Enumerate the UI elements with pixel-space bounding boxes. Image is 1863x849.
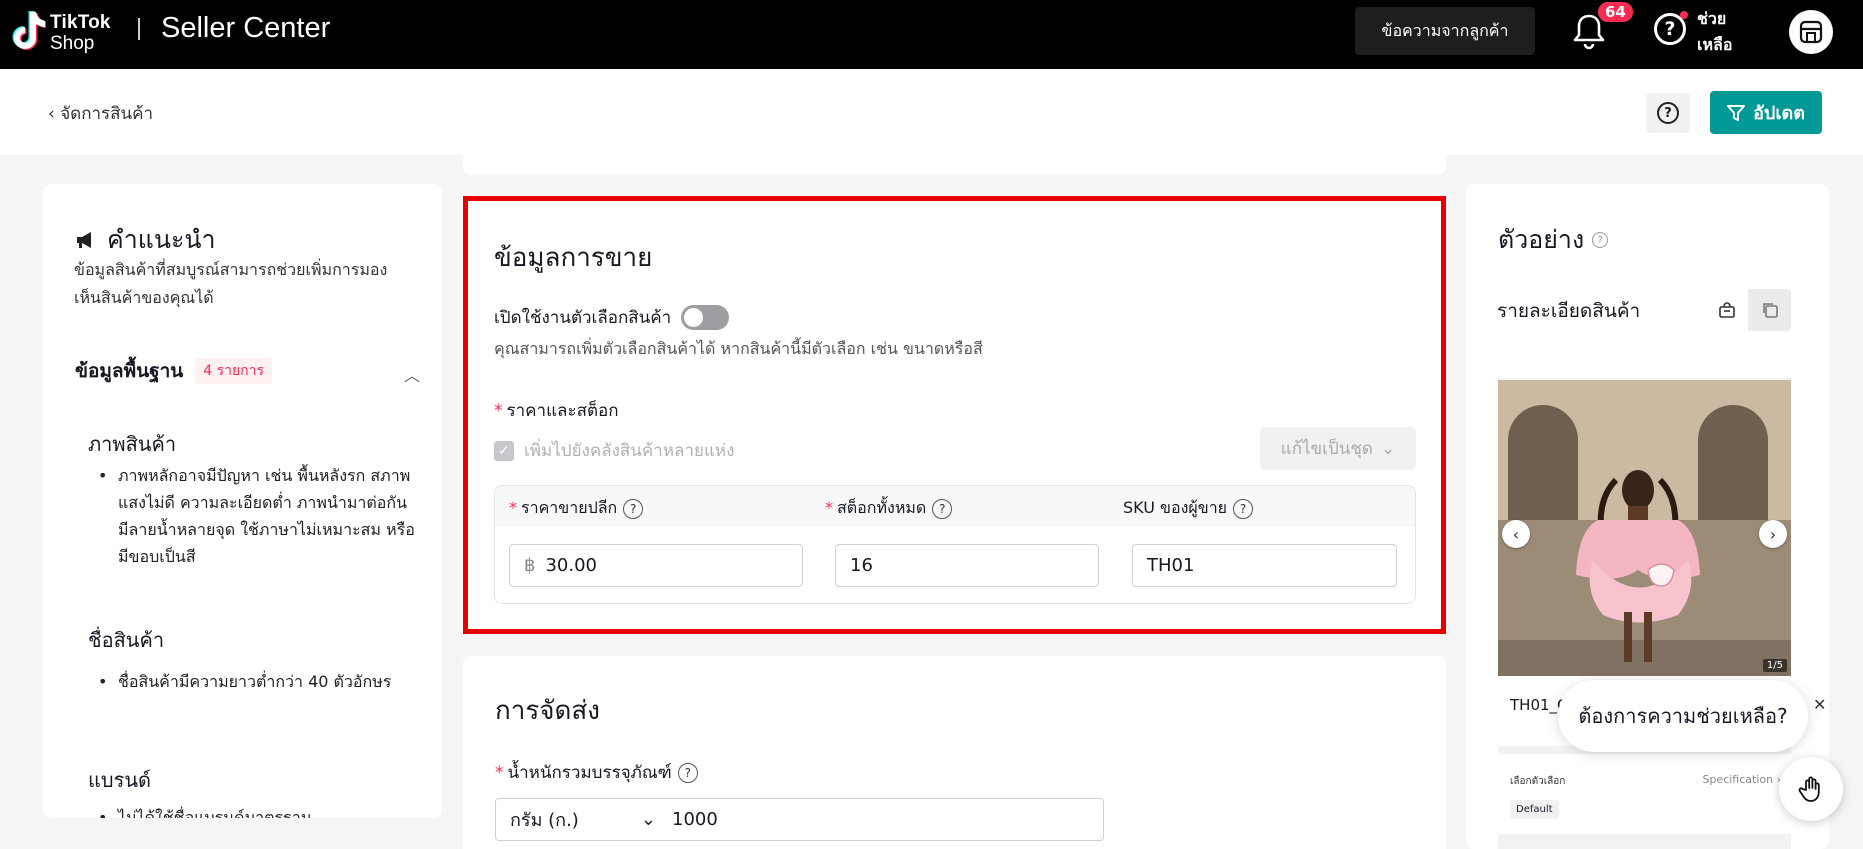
next-image-arrow[interactable]: › [1759, 520, 1787, 548]
top-navigation-bar: TikTok Shop Seller Center ข้อความจากลูกค… [0, 0, 1863, 69]
help-unread-dot [1680, 11, 1688, 19]
product-preview-phone: ‹ › 1/5 TH01_C เลือกตัวเลือก Specificati… [1498, 342, 1791, 849]
sales-info-section: ข้อมูลการขาย เปิดใช้งานตัวเลือกสินค้า คุ… [463, 196, 1446, 634]
multi-warehouse-label: เพิ่มไปยังคลังสินค้าหลายแห่ง [524, 441, 735, 461]
help-question-icon[interactable]: ? [677, 762, 698, 783]
preview-variant-strip: เลือกตัวเลือก Specification › Default [1498, 754, 1791, 834]
update-button[interactable]: อัปเดต [1710, 91, 1822, 134]
gallery-view-button[interactable] [1748, 289, 1791, 331]
brand-name-bottom: Shop [50, 33, 95, 54]
tips-subtitle: ข้อมูลสินค้าที่สมบูรณ์สามารถช่วยเพิ่มการ… [74, 260, 388, 307]
product-image: ‹ › 1/5 [1498, 380, 1791, 676]
variant-toggle-label: เปิดใช้งานตัวเลือกสินค้า [494, 308, 672, 328]
package-weight-field: กรัม (ก.) ⌄ 1000 [495, 798, 1104, 841]
preview-title: ตัวอย่าง [1498, 225, 1585, 254]
tip-bullet: • ไม่ได้ใช้ชื่อแบรนด์มาตรฐาน [98, 808, 312, 818]
copy-icon [1762, 303, 1778, 318]
page-help-button[interactable]: ? [1646, 93, 1690, 133]
tip-bullet: • ชื่อสินค้ามีความยาวต่ำกว่า 40 ตัวอักษร [98, 672, 392, 691]
retail-price-column-header: * ราคาขายปลีก ? [509, 496, 644, 521]
issue-count-badge: 4 รายการ [195, 358, 273, 384]
store-icon [1799, 20, 1823, 44]
tiktok-note-icon [12, 11, 46, 50]
help-question-icon[interactable]: ? [1592, 232, 1609, 248]
chevron-down-icon: ⌄ [640, 809, 656, 830]
need-help-bubble[interactable]: ต้องการความช่วยเหลือ? [1558, 680, 1808, 752]
package-weight-label: * น้ำหนักรวมบรรจุภัณฑ์ ? [495, 759, 698, 786]
product-detail-title: รายละเอียดสินค้า [1497, 300, 1641, 322]
retail-price-input[interactable]: ฿ 30.00 [509, 544, 803, 587]
basic-info-title: ข้อมูลพื้นฐาน [75, 360, 184, 382]
basic-info-section-toggle[interactable]: ข้อมูลพื้นฐาน 4 รายการ ︿ [75, 356, 420, 386]
default-option-chip[interactable]: Default [1510, 800, 1559, 819]
variant-toggle-switch[interactable] [681, 305, 730, 330]
preview-header: ตัวอย่าง ? [1498, 220, 1609, 260]
tips-header: คำแนะนำ [75, 220, 216, 260]
weight-unit-select[interactable]: กรัม (ก.) ⌄ [496, 805, 666, 834]
tip-section-title: ภาพสินค้า [88, 432, 177, 456]
multi-warehouse-checkbox-row[interactable]: ✓ เพิ่มไปยังคลังสินค้าหลายแห่ง [494, 437, 734, 464]
back-to-product-management-link[interactable]: ‹ จัดการสินค้า [48, 100, 153, 127]
shop-avatar[interactable] [1789, 10, 1833, 54]
image-counter: 1/5 [1762, 659, 1787, 672]
previous-section-card [463, 155, 1446, 175]
close-icon[interactable]: ✕ [1813, 695, 1826, 714]
customer-messages-button[interactable]: ข้อความจากลูกค้า [1355, 7, 1535, 55]
total-stock-column-header: * สต็อกทั้งหมด ? [825, 496, 953, 521]
previous-image-arrow[interactable]: ‹ [1502, 520, 1530, 548]
currency-symbol: ฿ [524, 555, 536, 576]
tip-bullet: • ภาพหลักอาจมีปัญหา เช่น พื้นหลังรก สภาพ… [98, 466, 415, 566]
shopping-bag-icon [1718, 302, 1735, 318]
sales-info-title: ข้อมูลการขาย [494, 243, 653, 273]
select-variant-label: เลือกตัวเลือก [1510, 776, 1566, 787]
package-weight-input[interactable]: 1000 [666, 809, 718, 830]
tip-section-title: ชื่อสินค้า [88, 628, 165, 652]
brand-name-top: TikTok [50, 12, 111, 33]
shipping-section: การจัดส่ง * น้ำหนักรวมบรรจุภัณฑ์ ? กรัม (… [463, 656, 1446, 849]
shop-view-button[interactable] [1705, 289, 1748, 331]
seller-sku-column-header: SKU ของผู้ขาย ? [1123, 496, 1254, 521]
price-stock-label: * ราคาและสต็อก [494, 401, 619, 421]
specification-link[interactable]: Specification › [1702, 773, 1781, 786]
question-icon: ? [1657, 102, 1679, 124]
header-divider [138, 18, 140, 40]
help-chat-button[interactable] [1779, 757, 1843, 821]
price-stock-table: * ราคาขายปลีก ? * สต็อกทั้งหมด ? SKU ของผู… [494, 485, 1416, 604]
multi-warehouse-checkbox[interactable]: ✓ [494, 440, 514, 461]
tiktok-shop-logo[interactable]: TikTok Shop [10, 8, 122, 56]
update-label: อัปเดต [1753, 103, 1805, 124]
app-title: Seller Center [161, 12, 331, 44]
total-stock-input[interactable]: 16 [835, 544, 1099, 587]
preview-phone-top [1498, 342, 1791, 378]
shipping-title: การจัดส่ง [495, 696, 600, 726]
help-question-icon[interactable]: ? [932, 498, 953, 519]
batch-edit-button[interactable]: แก้ไขเป็นชุด ⌄ [1260, 427, 1416, 470]
tip-section-title: แบรนด์ [88, 768, 151, 792]
tips-panel: คำแนะนำ ข้อมูลสินค้าที่สมบูรณ์สามารถช่วย… [43, 184, 442, 818]
product-photo-illustration [1498, 380, 1791, 676]
seller-sku-input[interactable]: TH01 [1132, 544, 1397, 587]
filter-funnel-icon [1727, 104, 1746, 121]
page-subheader [0, 69, 1863, 155]
help-question-icon[interactable]: ? [623, 498, 644, 519]
megaphone-icon [77, 232, 91, 248]
variant-description: คุณสามารถเพิ่มตัวเลือกสินค้าได้ หากสินค้… [494, 339, 983, 358]
chevron-down-icon: ⌄ [1380, 438, 1396, 459]
hand-wave-icon [1798, 776, 1820, 802]
help-question-icon[interactable]: ? [1233, 498, 1254, 519]
tips-title: คำแนะนำ [107, 225, 216, 254]
preview-view-toggle [1705, 289, 1791, 331]
chevron-up-icon: ︿ [403, 366, 420, 385]
variant-toggle-row: เปิดใช้งานตัวเลือกสินค้า [494, 304, 730, 331]
notification-count-badge: 64 [1596, 0, 1635, 24]
help-label[interactable]: ช่วย เหลือ [1697, 6, 1747, 58]
